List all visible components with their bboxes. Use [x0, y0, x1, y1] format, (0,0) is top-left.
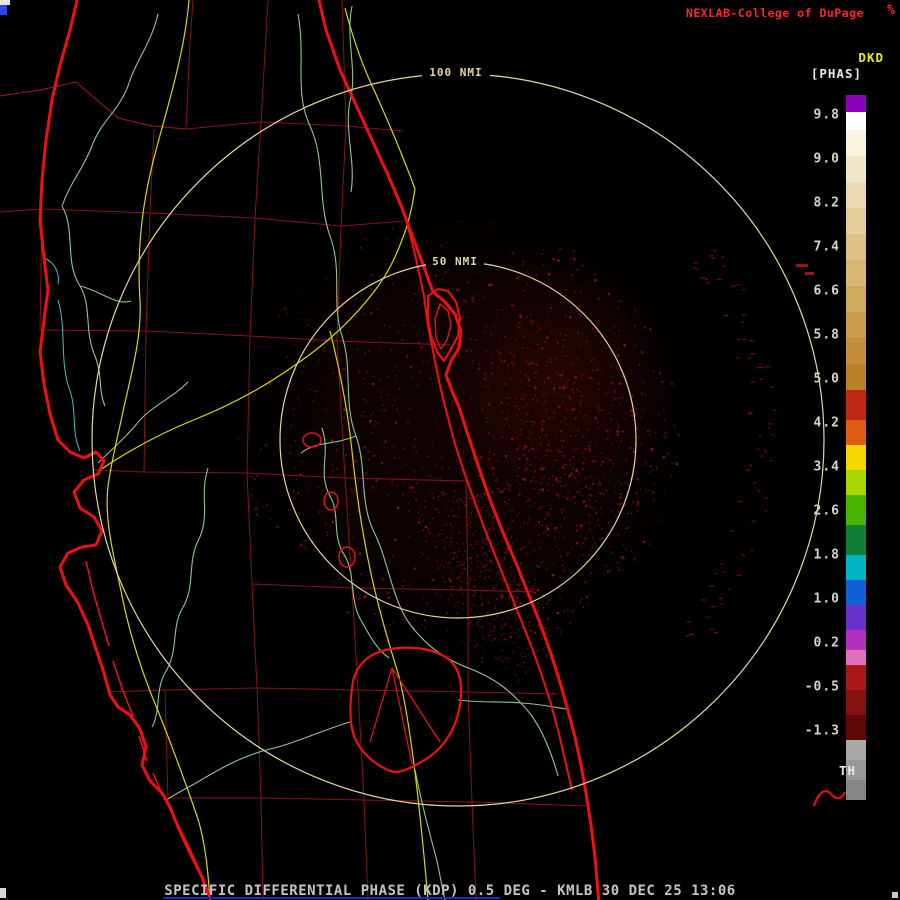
footer-underline-mark: [163, 897, 500, 899]
colorbar-tick-label: 9.8: [813, 107, 840, 123]
colorbar-tick-label: 6.6: [813, 283, 840, 299]
colorbar-tick-label: 0.2: [813, 635, 840, 651]
colorbar-tick-label: 9.0: [813, 151, 840, 167]
colorbar-tick-label: 5.8: [813, 327, 840, 343]
colorbar-tick-label: 1.8: [813, 547, 840, 563]
colorbar-tick-label: 7.4: [813, 239, 840, 255]
radar-viewport: 100 NMI 50 NMI NEXLAB-College of DuPage …: [0, 0, 900, 900]
colorbar-tick-label: 3.4: [813, 459, 840, 475]
colorbar-tick-label: 5.0: [813, 371, 840, 387]
colorbar-tick-label: -0.5: [804, 679, 840, 695]
colorbar-tick-label: -1.3: [804, 723, 840, 739]
colorbar-tick-label: 8.2: [813, 195, 840, 211]
colorbar-tick-label: 2.6: [813, 503, 840, 519]
colorbar-ticks: 9.8 9.0 8.2 7.4 6.6 5.8 5.0 4.2 3.4 2.6 1.8 1.0 0.2 -…: [0, 0, 900, 900]
threshold-label: TH: [838, 763, 856, 778]
colorbar-tick-label: 4.2: [813, 415, 840, 431]
colorbar-tick-label: 1.0: [813, 591, 840, 607]
